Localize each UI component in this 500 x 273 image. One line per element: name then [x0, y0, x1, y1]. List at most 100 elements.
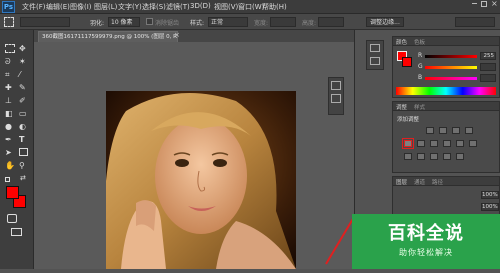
quick-mask-icon[interactable] [7, 214, 17, 223]
r-slider[interactable] [425, 55, 477, 58]
tab-styles[interactable]: 样式 [414, 103, 425, 111]
zoom-tool-icon[interactable]: ⚲ [19, 161, 25, 170]
properties-icon[interactable] [331, 94, 341, 103]
tab-channels[interactable]: 通道 [414, 178, 425, 186]
tab-layers[interactable]: 图层 [396, 178, 407, 186]
path-select-tool-icon[interactable]: ➤ [5, 148, 12, 157]
menu-window[interactable]: 窗口(W) [238, 2, 264, 12]
curves-adj-icon[interactable] [452, 127, 460, 134]
color-lookup-adj-icon[interactable] [469, 140, 477, 147]
tab-color[interactable]: 颜色 [396, 38, 407, 46]
menu-3d[interactable]: 3D(D) [190, 2, 211, 10]
screen-mode-icon[interactable] [11, 228, 22, 236]
posterize-adj-icon[interactable] [417, 153, 425, 160]
r-label: R [418, 52, 423, 59]
width-label: 宽度: [254, 20, 269, 27]
document-photo[interactable] [106, 91, 296, 269]
photo-filter-adj-icon[interactable] [443, 140, 451, 147]
pen-tool-icon[interactable]: ✒ [5, 135, 12, 144]
r-value[interactable]: 255 [480, 52, 496, 60]
menu-image[interactable]: 图像(I) [70, 2, 92, 12]
feather-input[interactable]: 10 像素 [108, 17, 140, 27]
tab-adjustments[interactable]: 调整 [396, 103, 407, 111]
adjustments-title: 添加调整 [397, 117, 420, 123]
tab-paths[interactable]: 路径 [432, 178, 443, 186]
watermark-title: 百科全说 [388, 223, 464, 244]
brush-preset-icon[interactable] [370, 44, 380, 52]
healing-brush-tool-icon[interactable]: ✚ [5, 83, 12, 92]
antialias-checkbox[interactable] [146, 18, 153, 25]
g-value[interactable] [480, 63, 496, 71]
lasso-tool-icon[interactable]: ᘐ [5, 57, 11, 67]
clone-stamp-tool-icon[interactable]: ⊥ [5, 96, 12, 105]
swap-colors-icon[interactable]: ⇄ [20, 174, 26, 182]
color-balance-adj-icon[interactable] [417, 140, 425, 147]
maximize-icon[interactable] [481, 1, 487, 7]
menu-filter[interactable]: 滤镜(T) [166, 2, 190, 12]
exposure-adj-icon[interactable] [465, 127, 473, 134]
shape-tool-icon[interactable] [19, 148, 28, 156]
watermark-subtitle: 助你轻松解决 [399, 248, 453, 257]
document-tab[interactable]: 360截图16171117599979.png @ 100% (图层 0, RG… [38, 31, 178, 42]
magic-wand-tool-icon[interactable]: ✶ [19, 57, 26, 66]
opacity-value[interactable]: 100% [481, 191, 499, 199]
menu-type[interactable]: 文字(Y) [118, 2, 142, 12]
eyedropper-tool-icon[interactable]: ⁄ [19, 70, 20, 79]
levels-adj-icon[interactable] [439, 127, 447, 134]
channel-mixer-adj-icon[interactable] [456, 140, 464, 147]
foreground-color-swatch[interactable] [6, 186, 19, 199]
gradient-map-adj-icon[interactable] [443, 153, 451, 160]
width-input[interactable] [270, 17, 296, 27]
refine-edge-button[interactable]: 调整边缘... [366, 17, 404, 27]
style-select[interactable]: 正常 [208, 17, 248, 27]
layers-panel-tabs [393, 177, 499, 186]
adjustments-panel-tabs [393, 102, 499, 111]
blur-tool-icon[interactable]: ● [5, 122, 12, 131]
g-slider[interactable] [425, 66, 477, 69]
marquee-tool-icon[interactable] [4, 17, 14, 27]
watermark-badge: 百科全说 助你轻松解决 [352, 214, 500, 269]
hand-tool-icon[interactable]: ✋ [5, 161, 15, 170]
tab-close-icon[interactable]: × [174, 31, 180, 39]
history-icon[interactable] [331, 81, 341, 90]
default-colors-icon[interactable] [5, 177, 10, 182]
selection-mode-buttons[interactable] [20, 17, 70, 27]
photoshop-logo: Ps [2, 1, 15, 13]
close-icon[interactable]: × [491, 0, 498, 8]
type-tool-icon[interactable]: T [19, 135, 24, 144]
highlight-box [402, 138, 414, 149]
height-input[interactable] [318, 17, 344, 27]
dodge-tool-icon[interactable]: ◐ [19, 122, 26, 131]
b-slider[interactable] [425, 77, 477, 80]
height-label: 高度: [302, 20, 317, 27]
history-brush-tool-icon[interactable]: ✐ [19, 96, 26, 105]
menu-select[interactable]: 选择(S) [142, 2, 166, 12]
crop-tool-icon[interactable]: ⌗ [5, 70, 10, 80]
fill-value[interactable]: 100% [481, 203, 499, 211]
b-value[interactable] [480, 74, 496, 82]
menu-edit[interactable]: 编辑(E) [46, 2, 70, 12]
workspace-switcher[interactable] [455, 17, 495, 27]
invert-adj-icon[interactable] [404, 153, 412, 160]
selective-color-adj-icon[interactable] [456, 153, 464, 160]
color-panel-bg-swatch[interactable] [402, 57, 412, 67]
menu-help[interactable]: 帮助(H) [262, 2, 287, 12]
menu-file[interactable]: 文件(F) [22, 2, 46, 12]
menu-view[interactable]: 视图(V) [214, 2, 238, 12]
eraser-tool-icon[interactable]: ◧ [5, 109, 13, 118]
character-icon[interactable] [370, 57, 380, 65]
feather-label: 羽化: [90, 20, 105, 27]
threshold-adj-icon[interactable] [430, 153, 438, 160]
move-tool-icon[interactable]: ✥ [19, 44, 26, 53]
b-label: B [418, 74, 423, 81]
brush-tool-icon[interactable]: ✎ [19, 83, 26, 92]
minimize-icon[interactable] [472, 3, 477, 4]
tab-swatches[interactable]: 色板 [414, 38, 425, 46]
brightness-adj-icon[interactable] [426, 127, 434, 134]
rect-marquee-tool-icon[interactable] [5, 44, 15, 53]
menu-layer[interactable]: 图层(L) [94, 2, 117, 12]
gradient-tool-icon[interactable]: ▭ [19, 109, 27, 118]
options-bar [0, 14, 500, 30]
color-spectrum-bar[interactable] [396, 87, 496, 95]
bw-adj-icon[interactable] [430, 140, 438, 147]
